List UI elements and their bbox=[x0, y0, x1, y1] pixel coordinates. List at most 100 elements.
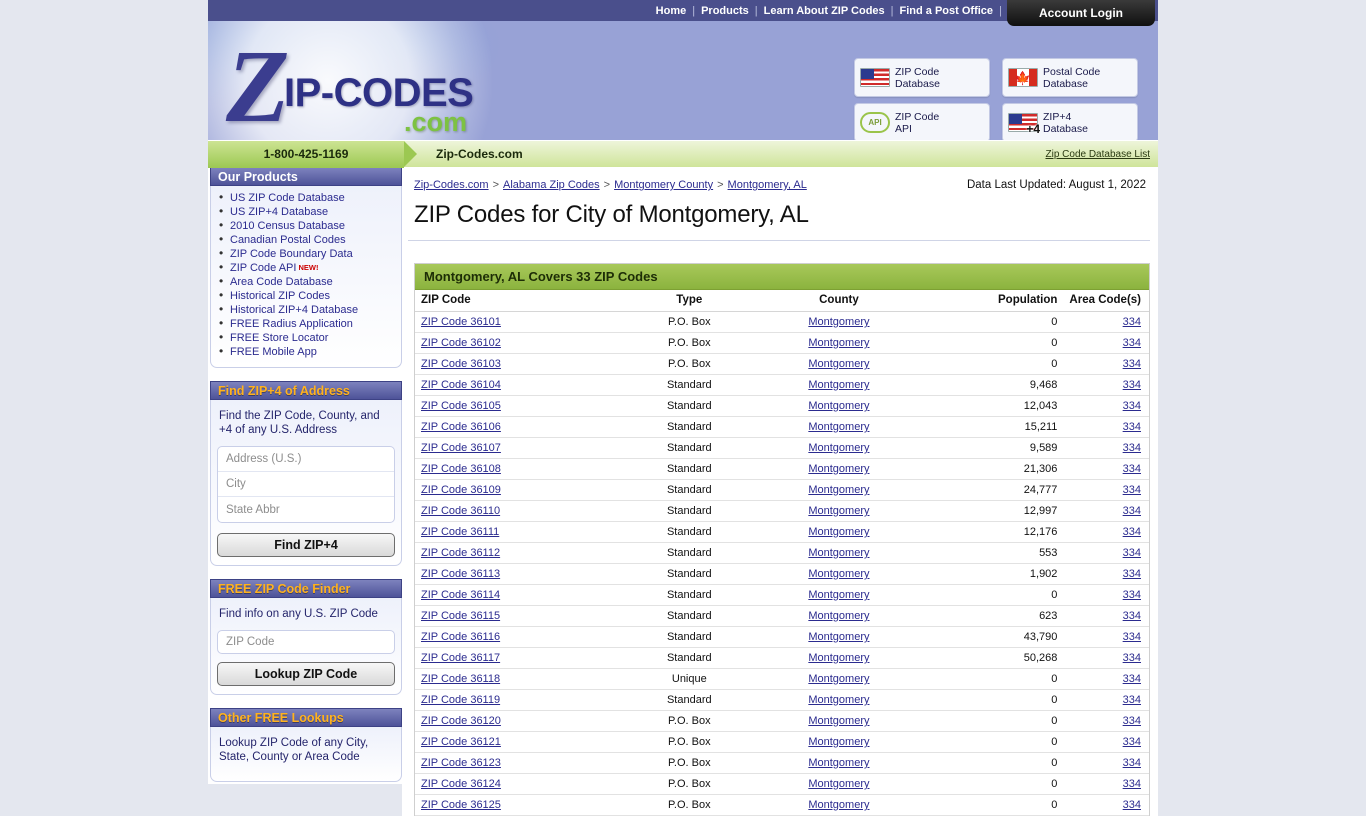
county-link[interactable]: Montgomery bbox=[808, 715, 869, 727]
top-nav-link-products[interactable]: Products bbox=[695, 5, 755, 17]
area-code-link[interactable]: 334 bbox=[1123, 589, 1141, 601]
city-input[interactable]: City bbox=[218, 472, 394, 497]
area-code-link[interactable]: 334 bbox=[1123, 505, 1141, 517]
top-nav-link-learn-about-zip-codes[interactable]: Learn About ZIP Codes bbox=[758, 5, 891, 17]
county-link[interactable]: Montgomery bbox=[808, 778, 869, 790]
area-code-link[interactable]: 334 bbox=[1123, 799, 1141, 811]
breadcrumb-link[interactable]: Alabama Zip Codes bbox=[503, 179, 600, 191]
area-code-link[interactable]: 334 bbox=[1123, 463, 1141, 475]
find-zip4-button[interactable]: Find ZIP+4 bbox=[217, 533, 395, 557]
zip-code-link[interactable]: ZIP Code 36114 bbox=[421, 589, 500, 601]
county-link[interactable]: Montgomery bbox=[808, 484, 869, 496]
zip-code-link[interactable]: ZIP Code 36105 bbox=[421, 400, 501, 412]
sidebar-product-link[interactable]: ZIP Code API bbox=[230, 262, 296, 274]
sidebar-product-link[interactable]: US ZIP+4 Database bbox=[230, 206, 328, 218]
sidebar-product-item[interactable]: 2010 Census Database bbox=[217, 218, 395, 233]
sidebar-product-link[interactable]: Canadian Postal Codes bbox=[230, 234, 346, 246]
sidebar-product-link[interactable]: Area Code Database bbox=[230, 276, 333, 288]
county-link[interactable]: Montgomery bbox=[808, 652, 869, 664]
area-code-link[interactable]: 334 bbox=[1123, 610, 1141, 622]
area-code-link[interactable]: 334 bbox=[1123, 547, 1141, 559]
sidebar-product-link[interactable]: US ZIP Code Database bbox=[230, 192, 345, 204]
area-code-link[interactable]: 334 bbox=[1123, 715, 1141, 727]
zip-code-link[interactable]: ZIP Code 36123 bbox=[421, 757, 501, 769]
county-link[interactable]: Montgomery bbox=[808, 526, 869, 538]
county-link[interactable]: Montgomery bbox=[808, 316, 869, 328]
zip-code-link[interactable]: ZIP Code 36124 bbox=[421, 778, 501, 790]
county-link[interactable]: Montgomery bbox=[808, 442, 869, 454]
county-link[interactable]: Montgomery bbox=[808, 400, 869, 412]
zip-code-link[interactable]: ZIP Code 36118 bbox=[421, 673, 500, 685]
top-nav-link-home[interactable]: Home bbox=[650, 5, 693, 17]
zip-code-link[interactable]: ZIP Code 36112 bbox=[421, 547, 500, 559]
zip-code-link[interactable]: ZIP Code 36101 bbox=[421, 316, 501, 328]
area-code-link[interactable]: 334 bbox=[1123, 673, 1141, 685]
county-link[interactable]: Montgomery bbox=[808, 631, 869, 643]
county-link[interactable]: Montgomery bbox=[808, 589, 869, 601]
county-link[interactable]: Montgomery bbox=[808, 421, 869, 433]
zip-code-input[interactable]: ZIP Code bbox=[217, 630, 395, 654]
zip-code-link[interactable]: ZIP Code 36110 bbox=[421, 505, 500, 517]
county-link[interactable]: Montgomery bbox=[808, 694, 869, 706]
zip-code-link[interactable]: ZIP Code 36116 bbox=[421, 631, 500, 643]
county-link[interactable]: Montgomery bbox=[808, 610, 869, 622]
sidebar-product-item[interactable]: ZIP Code APINEW! bbox=[217, 260, 395, 275]
county-link[interactable]: Montgomery bbox=[808, 379, 869, 391]
area-code-link[interactable]: 334 bbox=[1123, 358, 1141, 370]
county-link[interactable]: Montgomery bbox=[808, 673, 869, 685]
sidebar-product-item[interactable]: Historical ZIP+4 Database bbox=[217, 302, 395, 317]
county-link[interactable]: Montgomery bbox=[808, 799, 869, 811]
county-link[interactable]: Montgomery bbox=[808, 337, 869, 349]
sidebar-product-item[interactable]: FREE Mobile App bbox=[217, 344, 395, 359]
sidebar-product-item[interactable]: Historical ZIP Codes bbox=[217, 288, 395, 303]
zip-code-link[interactable]: ZIP Code 36107 bbox=[421, 442, 501, 454]
sidebar-product-link[interactable]: ZIP Code Boundary Data bbox=[230, 248, 353, 260]
zip-code-link[interactable]: ZIP Code 36103 bbox=[421, 358, 501, 370]
area-code-link[interactable]: 334 bbox=[1123, 778, 1141, 790]
area-code-link[interactable]: 334 bbox=[1123, 316, 1141, 328]
county-link[interactable]: Montgomery bbox=[808, 547, 869, 559]
area-code-link[interactable]: 334 bbox=[1123, 757, 1141, 769]
zip-code-link[interactable]: ZIP Code 36111 bbox=[421, 526, 499, 538]
sidebar-product-link[interactable]: FREE Store Locator bbox=[230, 332, 328, 344]
sidebar-product-item[interactable]: US ZIP+4 Database bbox=[217, 204, 395, 219]
area-code-link[interactable]: 334 bbox=[1123, 694, 1141, 706]
area-code-link[interactable]: 334 bbox=[1123, 421, 1141, 433]
zip-code-link[interactable]: ZIP Code 36115 bbox=[421, 610, 500, 622]
zip-code-link[interactable]: ZIP Code 36120 bbox=[421, 715, 501, 727]
product-box-zip4-database[interactable]: +4 ZIP+4 Database bbox=[1002, 103, 1138, 140]
zip-code-link[interactable]: ZIP Code 36109 bbox=[421, 484, 501, 496]
sidebar-product-link[interactable]: Historical ZIP Codes bbox=[230, 290, 330, 302]
site-logo[interactable]: Z IP-CODES .com bbox=[226, 35, 526, 139]
zip-code-link[interactable]: ZIP Code 36106 bbox=[421, 421, 501, 433]
breadcrumb-link[interactable]: Zip-Codes.com bbox=[414, 179, 489, 191]
sidebar-product-item[interactable]: FREE Radius Application bbox=[217, 316, 395, 331]
product-box-zip-code-database[interactable]: ZIP Code Database bbox=[854, 58, 990, 97]
area-code-link[interactable]: 334 bbox=[1123, 736, 1141, 748]
sidebar-product-link[interactable]: FREE Radius Application bbox=[230, 318, 353, 330]
zip-code-link[interactable]: ZIP Code 36119 bbox=[421, 694, 500, 706]
zip-code-database-list-link[interactable]: Zip Code Database List bbox=[1045, 149, 1150, 160]
area-code-link[interactable]: 334 bbox=[1123, 337, 1141, 349]
zip-code-link[interactable]: ZIP Code 36113 bbox=[421, 568, 500, 580]
zip-code-link[interactable]: ZIP Code 36108 bbox=[421, 463, 501, 475]
state-abbr-input[interactable]: State Abbr bbox=[218, 497, 394, 522]
address-input[interactable]: Address (U.S.) bbox=[218, 447, 394, 472]
zip-code-link[interactable]: ZIP Code 36102 bbox=[421, 337, 501, 349]
sidebar-product-item[interactable]: Canadian Postal Codes bbox=[217, 232, 395, 247]
county-link[interactable]: Montgomery bbox=[808, 505, 869, 517]
sidebar-product-item[interactable]: FREE Store Locator bbox=[217, 330, 395, 345]
account-login-button[interactable]: Account Login bbox=[1007, 0, 1155, 26]
area-code-link[interactable]: 334 bbox=[1123, 568, 1141, 580]
lookup-zip-code-button[interactable]: Lookup ZIP Code bbox=[217, 662, 395, 686]
sidebar-product-item[interactable]: US ZIP Code Database bbox=[217, 190, 395, 205]
area-code-link[interactable]: 334 bbox=[1123, 379, 1141, 391]
breadcrumb-link[interactable]: Montgomery County bbox=[614, 179, 713, 191]
zip-code-link[interactable]: ZIP Code 36117 bbox=[421, 652, 500, 664]
county-link[interactable]: Montgomery bbox=[808, 568, 869, 580]
breadcrumb-link[interactable]: Montgomery, AL bbox=[728, 179, 807, 191]
county-link[interactable]: Montgomery bbox=[808, 736, 869, 748]
top-nav-link-find-a-post-office[interactable]: Find a Post Office bbox=[894, 5, 1000, 17]
zip-code-link[interactable]: ZIP Code 36121 bbox=[421, 736, 501, 748]
zip-code-link[interactable]: ZIP Code 36104 bbox=[421, 379, 501, 391]
